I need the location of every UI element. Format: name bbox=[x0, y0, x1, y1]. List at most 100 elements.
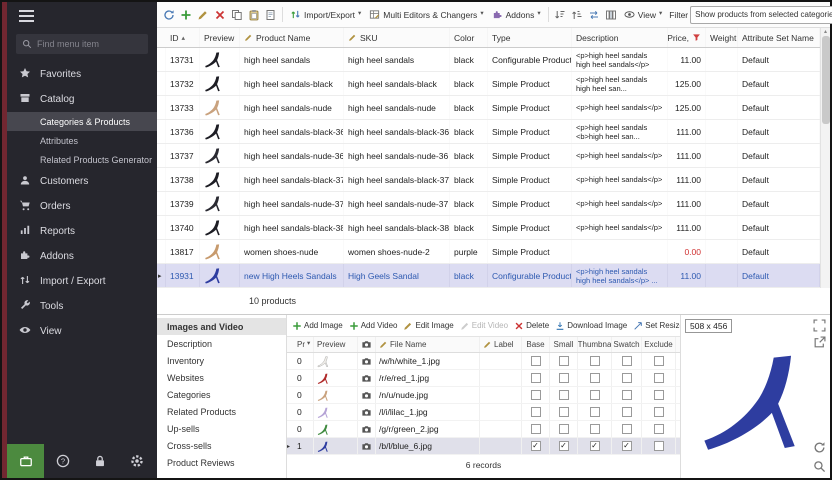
thumbnail-checkbox[interactable] bbox=[590, 356, 600, 366]
column-header-id[interactable]: ID▴ bbox=[166, 28, 200, 47]
table-row[interactable]: 13737high heel sandals-nude-36high heel … bbox=[157, 144, 820, 168]
small-checkbox[interactable] bbox=[559, 373, 569, 383]
column-header-color[interactable]: Color bbox=[450, 28, 488, 47]
sort-asc-icon[interactable] bbox=[553, 7, 568, 22]
sidebar-item-orders[interactable]: Orders bbox=[7, 194, 157, 219]
sidebar-item-import-export[interactable]: Import / Export bbox=[7, 269, 157, 294]
sidebar-search[interactable] bbox=[16, 34, 148, 54]
open-external-icon[interactable] bbox=[813, 336, 826, 349]
tab-up-sells[interactable]: Up-sells bbox=[157, 420, 286, 437]
small-checkbox[interactable] bbox=[559, 407, 569, 417]
fullscreen-icon[interactable] bbox=[813, 319, 826, 332]
add-product-icon[interactable] bbox=[178, 7, 193, 22]
small-checkbox[interactable] bbox=[559, 390, 569, 400]
base-checkbox[interactable] bbox=[531, 390, 541, 400]
column-header-weight[interactable]: Weight bbox=[706, 28, 738, 47]
thumbnail-checkbox[interactable] bbox=[590, 407, 600, 417]
sidebar-item-reports[interactable]: Reports bbox=[7, 219, 157, 244]
base-checkbox[interactable]: ✓ bbox=[531, 441, 541, 451]
thumbnail-checkbox[interactable]: ✓ bbox=[590, 441, 600, 451]
store-button[interactable] bbox=[7, 444, 44, 478]
swatch-checkbox[interactable] bbox=[622, 407, 632, 417]
thumbnail-checkbox[interactable] bbox=[590, 424, 600, 434]
add-video-button[interactable]: Add Video bbox=[349, 321, 398, 331]
thumbnail-checkbox[interactable] bbox=[590, 390, 600, 400]
table-row[interactable]: 13817women shoes-nudewomen shoes-nude-2p… bbox=[157, 240, 820, 264]
exclude-checkbox[interactable] bbox=[654, 441, 664, 451]
image-row[interactable]: 0/r/e/red_1.jpg bbox=[287, 370, 680, 387]
column-header-type[interactable]: Type bbox=[488, 28, 572, 47]
column-header-thumbnail[interactable]: Thumbna bbox=[578, 337, 612, 352]
swatch-checkbox[interactable]: ✓ bbox=[622, 441, 632, 451]
column-header-attribute-set[interactable]: Attribute Set Name bbox=[738, 28, 820, 47]
table-row[interactable]: 13739high heel sandals-nude-37high heel … bbox=[157, 192, 820, 216]
table-row[interactable]: 13740high heel sandals-black-38high heel… bbox=[157, 216, 820, 240]
table-row[interactable]: ▸13931new High Heels SandalsHigh Geels S… bbox=[157, 264, 820, 288]
sidebar-item-categories-products[interactable]: Categories & Products bbox=[7, 112, 157, 131]
tab-images-and-video[interactable]: Images and Video bbox=[157, 318, 286, 335]
multi-editors-button[interactable]: Multi Editors & Changers▾ bbox=[366, 7, 486, 22]
tab-product-reviews[interactable]: Product Reviews bbox=[157, 454, 286, 471]
help-button[interactable]: ? bbox=[44, 444, 81, 478]
sidebar-item-tools[interactable]: Tools bbox=[7, 294, 157, 319]
column-header-exclude[interactable]: Exclude bbox=[642, 337, 676, 352]
exclude-checkbox[interactable] bbox=[654, 356, 664, 366]
base-checkbox[interactable] bbox=[531, 356, 541, 366]
base-checkbox[interactable] bbox=[531, 373, 541, 383]
table-row[interactable]: 13731high heel sandalshigh heel sandalsb… bbox=[157, 48, 820, 72]
tab-websites[interactable]: Websites bbox=[157, 369, 286, 386]
delete-product-icon[interactable] bbox=[212, 7, 227, 22]
small-checkbox[interactable] bbox=[559, 356, 569, 366]
column-header-small[interactable]: Small bbox=[550, 337, 578, 352]
sidebar-item-addons[interactable]: Addons bbox=[7, 244, 157, 269]
exclude-checkbox[interactable] bbox=[654, 390, 664, 400]
table-row[interactable]: 13732high heel sandals-blackhigh heel sa… bbox=[157, 72, 820, 96]
image-row[interactable]: 0/l/i/lilac_1.jpg bbox=[287, 404, 680, 421]
column-header-price[interactable]: Price, bbox=[668, 28, 706, 47]
tab-related-products[interactable]: Related Products bbox=[157, 403, 286, 420]
exclude-checkbox[interactable] bbox=[654, 424, 664, 434]
refresh-icon[interactable] bbox=[161, 7, 176, 22]
set-resize-rule-button[interactable]: Set Resize Rule▾ bbox=[633, 321, 680, 331]
rotate-icon[interactable] bbox=[813, 441, 826, 454]
small-checkbox[interactable]: ✓ bbox=[559, 441, 569, 451]
base-checkbox[interactable] bbox=[531, 424, 541, 434]
column-header-swatch[interactable]: Swatch bbox=[612, 337, 642, 352]
sidebar-item-customers[interactable]: Customers bbox=[7, 169, 157, 194]
tab-cross-sells[interactable]: Cross-sells bbox=[157, 437, 286, 454]
copy-icon[interactable] bbox=[229, 7, 244, 22]
column-header-position[interactable]: Pr▾ bbox=[294, 337, 314, 352]
scrollbar-thumb[interactable] bbox=[822, 36, 830, 124]
addons-button[interactable]: Addons▾ bbox=[489, 7, 544, 22]
import-export-button[interactable]: Import/Export▾ bbox=[287, 7, 364, 22]
column-header-description[interactable]: Description bbox=[572, 28, 668, 47]
view-button[interactable]: View▾ bbox=[621, 7, 666, 22]
swatch-checkbox[interactable] bbox=[622, 424, 632, 434]
swatch-checkbox[interactable] bbox=[622, 373, 632, 383]
exclude-checkbox[interactable] bbox=[654, 407, 664, 417]
table-row[interactable]: 13736high heel sandals-black-36high heel… bbox=[157, 120, 820, 144]
download-image-button[interactable]: Download Image bbox=[555, 321, 627, 331]
image-row[interactable]: ▸1/b/l/blue_6.jpg✓✓✓✓ bbox=[287, 438, 680, 455]
tab-description[interactable]: Description bbox=[157, 335, 286, 352]
column-header-file-name[interactable]: File Name bbox=[376, 337, 480, 352]
column-header-base[interactable]: Base bbox=[522, 337, 550, 352]
edit-image-button[interactable]: Edit Image bbox=[403, 321, 453, 331]
swatch-checkbox[interactable] bbox=[622, 390, 632, 400]
column-header-preview[interactable]: Preview bbox=[200, 28, 240, 47]
paste-icon[interactable] bbox=[246, 7, 261, 22]
column-settings-icon[interactable] bbox=[604, 7, 619, 22]
column-header-label[interactable]: Label bbox=[480, 337, 522, 352]
sidebar-item-attributes[interactable]: Attributes bbox=[7, 131, 157, 150]
search-input[interactable] bbox=[37, 39, 142, 49]
base-checkbox[interactable] bbox=[531, 407, 541, 417]
settings-button[interactable] bbox=[118, 444, 155, 478]
edit-product-icon[interactable] bbox=[195, 7, 210, 22]
sort-desc-icon[interactable] bbox=[570, 7, 585, 22]
zoom-icon[interactable] bbox=[813, 460, 826, 473]
sidebar-item-favorites[interactable]: Favorites bbox=[7, 62, 157, 87]
image-row[interactable]: 0/n/u/nude.jpg bbox=[287, 387, 680, 404]
sidebar-item-related-products-generator[interactable]: Related Products Generator bbox=[7, 150, 157, 169]
add-image-button[interactable]: Add Image bbox=[292, 321, 343, 331]
category-filter-select[interactable]: Show products from selected categories▾ bbox=[690, 6, 832, 24]
